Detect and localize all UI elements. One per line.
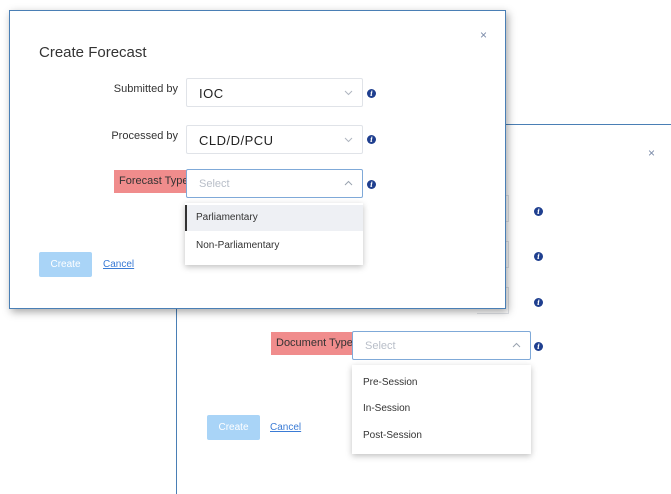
info-icon[interactable]: i [367,135,376,144]
chevron-up-icon [344,180,353,186]
submitted-by-select[interactable]: IOC [186,78,363,107]
document-type-placeholder: Select [365,340,396,352]
processed-by-label: Processed by [111,130,178,142]
create-button[interactable]: Create [39,252,92,277]
forecast-type-select[interactable]: Select [186,169,363,198]
info-icon[interactable]: i [534,342,543,351]
document-type-select[interactable]: Select [352,331,531,360]
create-button[interactable]: Create [207,415,260,440]
info-icon[interactable]: i [367,89,376,98]
chevron-down-icon [344,137,353,143]
submitted-by-value: IOC [199,86,224,101]
processed-by-value: CLD/D/PCU [199,133,274,148]
document-type-dropdown: Pre-Session In-Session Post-Session [352,365,531,454]
cancel-link[interactable]: Cancel [103,259,134,270]
document-type-label: Document Type [271,332,358,355]
option-parliamentary[interactable]: Parliamentary [185,205,363,231]
chevron-up-icon [512,342,521,348]
info-icon[interactable]: i [367,180,376,189]
info-icon[interactable]: i [534,298,543,307]
dialog-title: Create Forecast [39,44,147,61]
option-post-session[interactable]: Post-Session [352,428,531,444]
submitted-by-label: Submitted by [113,83,178,95]
chevron-down-icon [344,90,353,96]
option-pre-session[interactable]: Pre-Session [352,375,531,391]
option-in-session[interactable]: In-Session [352,401,531,417]
forecast-type-label: Forecast Type [114,170,194,193]
close-icon[interactable]: × [480,28,487,42]
info-icon[interactable]: i [534,252,543,261]
close-icon[interactable]: × [648,146,655,160]
forecast-type-placeholder: Select [199,178,230,190]
forecast-type-dropdown: Parliamentary Non-Parliamentary [185,203,363,265]
info-icon[interactable]: i [534,207,543,216]
create-forecast-dialog: Create Forecast × Submitted by IOC i Pro… [9,10,506,309]
processed-by-select[interactable]: CLD/D/PCU [186,125,363,154]
cancel-link[interactable]: Cancel [270,422,301,433]
option-non-parliamentary[interactable]: Non-Parliamentary [185,233,363,259]
